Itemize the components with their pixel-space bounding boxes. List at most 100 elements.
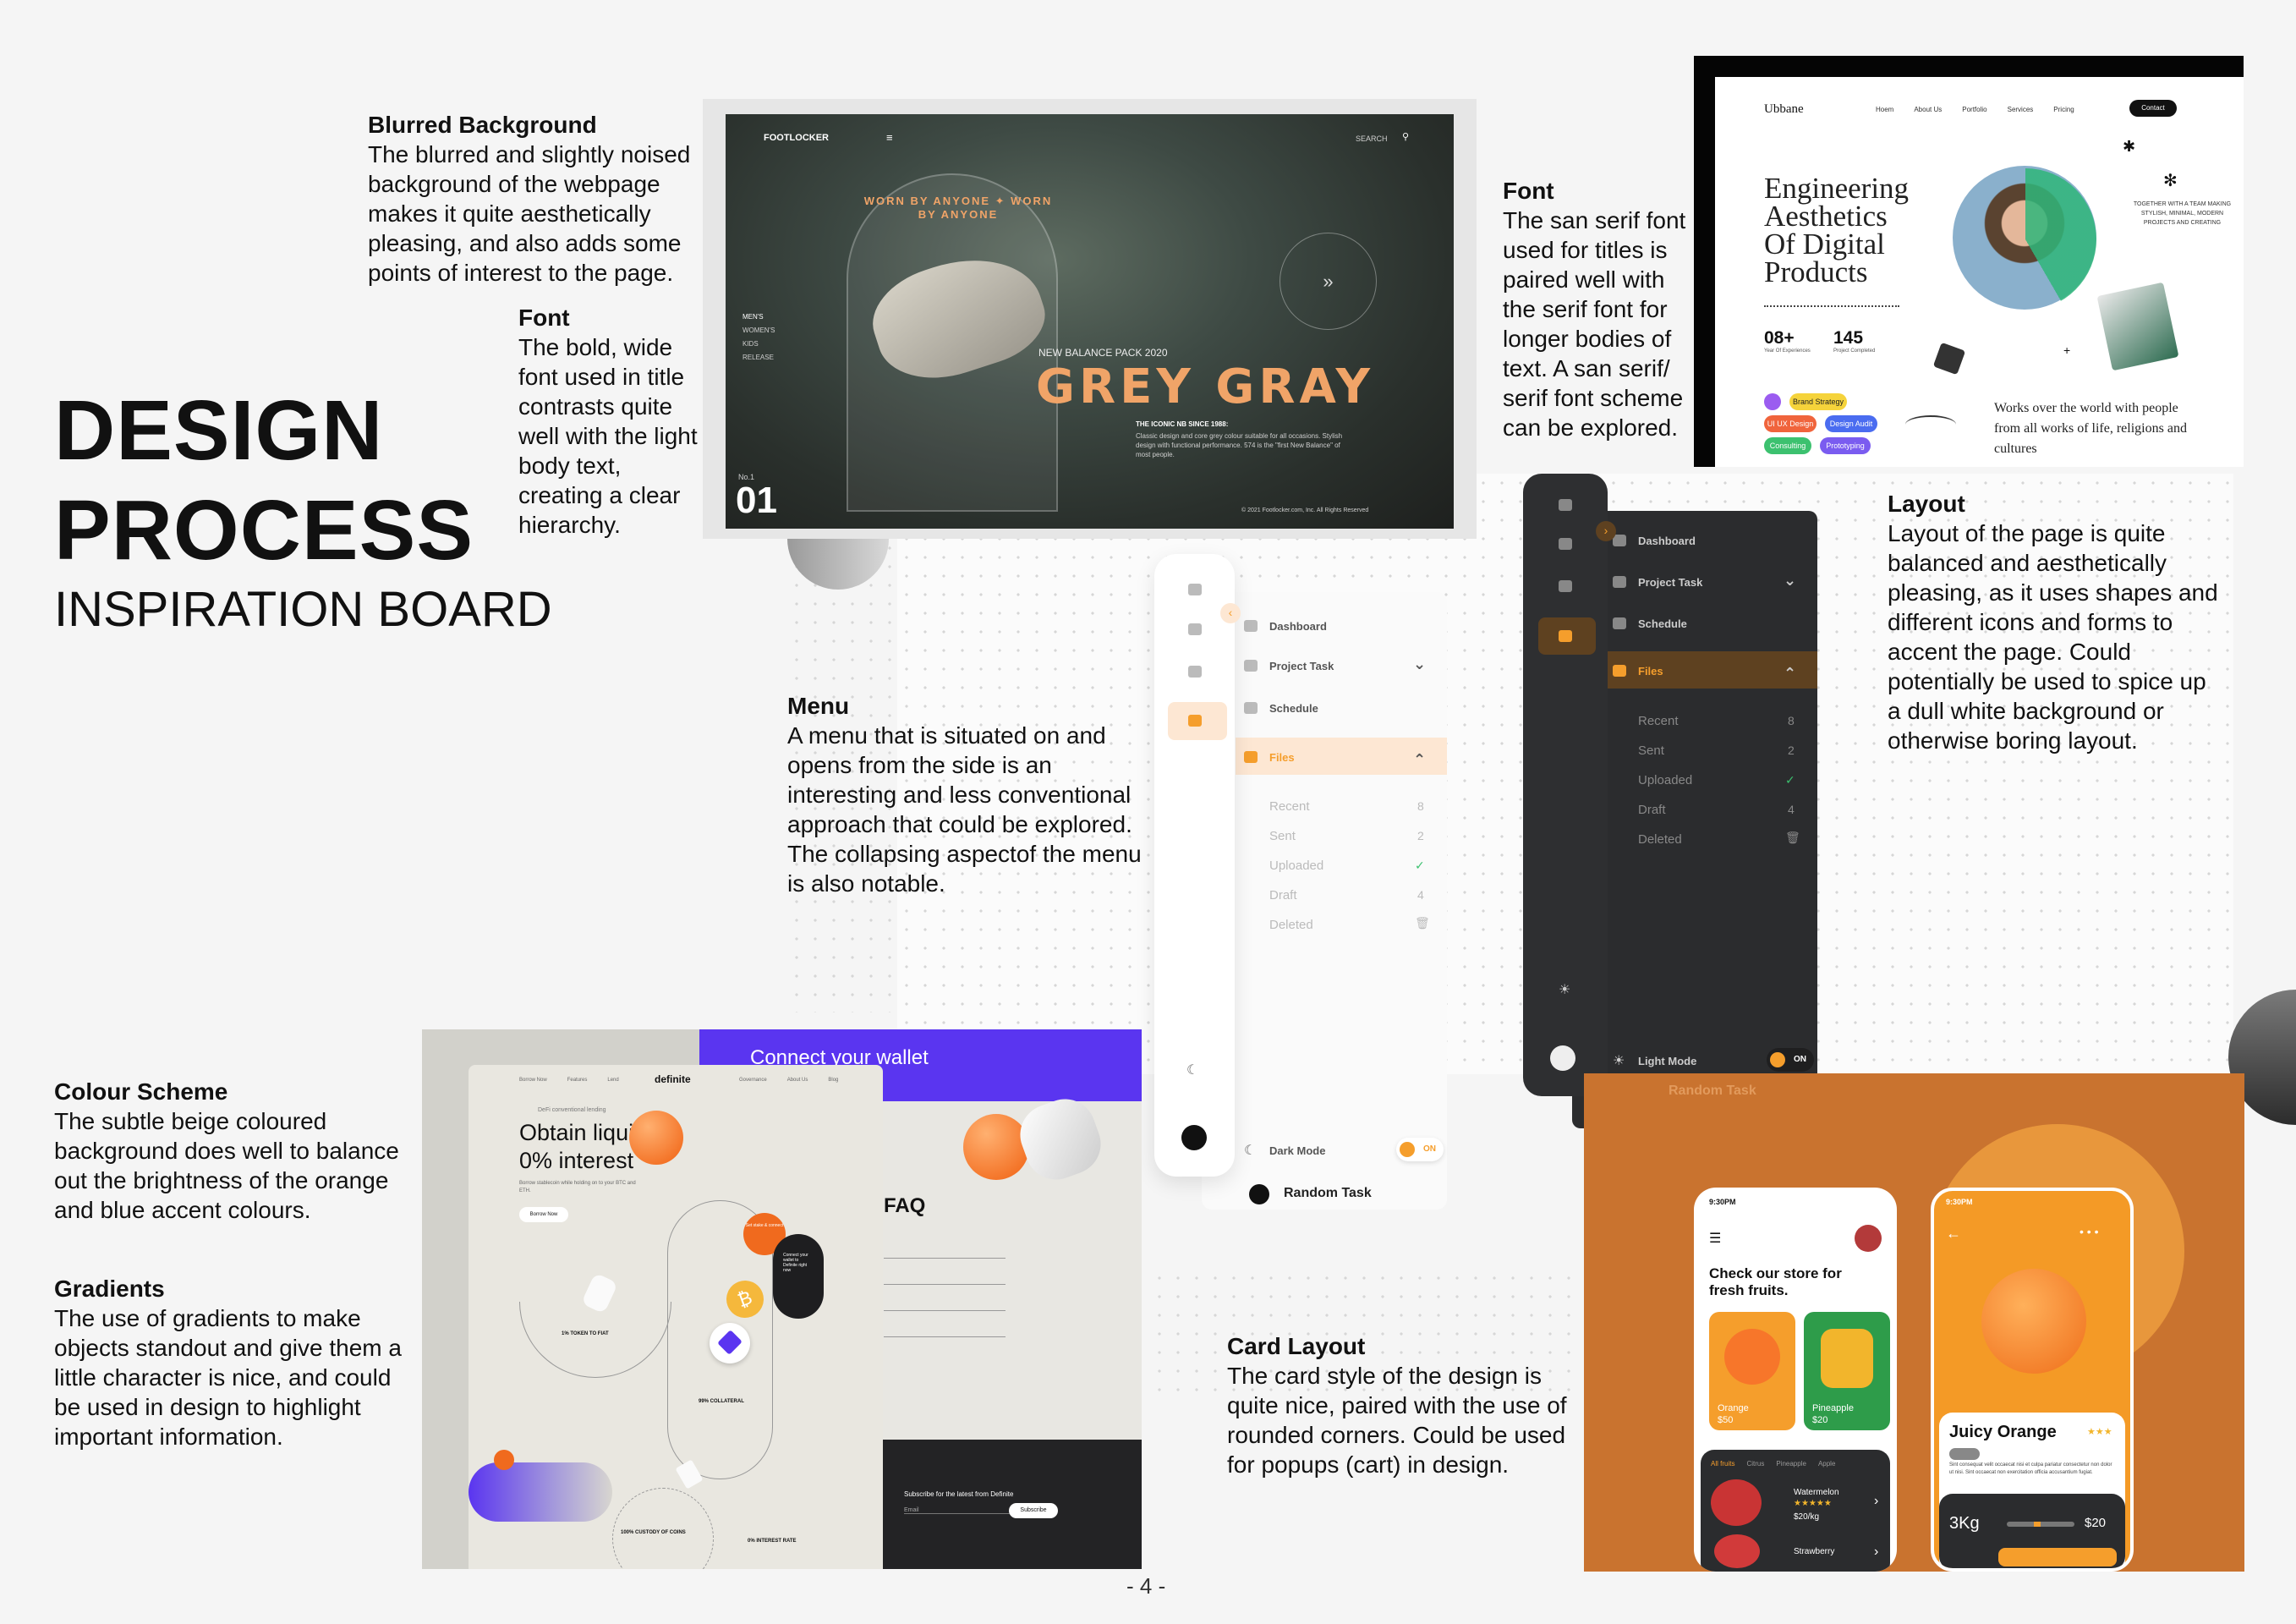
nav-item[interactable]: Pricing bbox=[2053, 106, 2074, 113]
sub-item-draft[interactable]: Draft bbox=[1269, 888, 1297, 903]
task-blob-icon bbox=[1249, 1184, 1269, 1204]
menu-item-files[interactable]: Files bbox=[1638, 665, 1663, 678]
nav-item[interactable]: Blog bbox=[828, 1078, 838, 1083]
sub-item-recent[interactable]: Recent bbox=[1638, 714, 1679, 728]
chevron-right-icon[interactable]: › bbox=[1874, 1544, 1878, 1560]
nav-item[interactable]: RELEASE bbox=[743, 351, 775, 365]
task-icon[interactable] bbox=[1188, 623, 1202, 635]
back-arrow-icon[interactable]: ← bbox=[1946, 1225, 1961, 1243]
folder-active-tab[interactable] bbox=[1538, 617, 1596, 655]
sub-item-deleted[interactable]: Deleted bbox=[1269, 918, 1313, 932]
menu-dark-rail: › ☀ bbox=[1523, 474, 1616, 1096]
number-big: 01 bbox=[736, 480, 777, 521]
borrow-button[interactable]: Borrow Now bbox=[519, 1207, 568, 1222]
nav-item[interactable]: Hoem bbox=[1876, 106, 1893, 113]
detail-rating: ★★★ bbox=[2087, 1427, 2112, 1437]
sub-item-count: 2 bbox=[1788, 743, 1795, 757]
quote-text: Works over the world with people from al… bbox=[1994, 401, 2187, 456]
row-name: Strawberry bbox=[1794, 1547, 1835, 1556]
folder-active-tab[interactable] bbox=[1168, 702, 1227, 740]
chevron-up-icon[interactable]: ⌃ bbox=[1784, 665, 1796, 683]
home-icon[interactable] bbox=[1188, 584, 1202, 595]
pill-tag[interactable]: Brand Strategy bbox=[1789, 393, 1847, 410]
menu-item-files[interactable]: Files bbox=[1269, 751, 1295, 764]
calendar-icon[interactable] bbox=[1188, 666, 1202, 678]
note-menu: Menu A menu that is situated on and open… bbox=[787, 691, 1143, 898]
nav-item[interactable]: KIDS bbox=[743, 337, 775, 351]
nav-item[interactable]: WOMEN'S bbox=[743, 324, 775, 337]
nav-item[interactable]: Services bbox=[2008, 106, 2034, 113]
sub-item-deleted[interactable]: Deleted bbox=[1638, 832, 1682, 847]
product-card-orange[interactable]: Orange $50 bbox=[1709, 1312, 1795, 1430]
nav-item[interactable]: Portfolio bbox=[1962, 106, 1986, 113]
card-name: Pineapple bbox=[1812, 1403, 1854, 1413]
quantity-slider[interactable] bbox=[2007, 1522, 2074, 1527]
collapse-button[interactable]: ‹ bbox=[1220, 603, 1241, 623]
sun-icon[interactable]: ☀ bbox=[1559, 981, 1570, 998]
nav-item[interactable]: Borrow Now bbox=[519, 1078, 547, 1083]
bubble-dark[interactable]: Connect your wallet to Definite right no… bbox=[773, 1234, 824, 1319]
moon-icon: ☾ bbox=[1244, 1144, 1257, 1158]
calendar-icon[interactable] bbox=[1559, 580, 1572, 592]
chevron-down-icon[interactable]: ⌄ bbox=[1413, 656, 1426, 673]
pill-tag[interactable]: Design Audit bbox=[1825, 415, 1877, 432]
mode-toggle[interactable]: ON bbox=[1396, 1138, 1444, 1161]
home-icon[interactable] bbox=[1559, 499, 1572, 511]
sub-item-recent[interactable]: Recent bbox=[1269, 799, 1310, 814]
pill-tag[interactable]: Prototyping bbox=[1820, 437, 1871, 454]
next-arrow-button[interactable]: » bbox=[1280, 233, 1377, 330]
subscribe-text: Subscribe for the latest from Definite bbox=[904, 1490, 1014, 1498]
search-icon[interactable]: ⚲ bbox=[1402, 131, 1409, 142]
email-field[interactable]: Email bbox=[904, 1507, 1022, 1514]
task-icon[interactable] bbox=[1559, 538, 1572, 550]
sub-item-draft[interactable]: Draft bbox=[1638, 803, 1666, 817]
chevron-up-icon[interactable]: ⌃ bbox=[1413, 751, 1426, 769]
sub-item-uploaded[interactable]: Uploaded bbox=[1269, 859, 1323, 873]
contact-button[interactable]: Contact bbox=[2129, 100, 2177, 117]
footlocker-search[interactable]: SEARCH bbox=[1356, 134, 1388, 143]
footlocker-brand: FOOTLOCKER bbox=[764, 133, 829, 143]
mode-toggle[interactable]: ON bbox=[1767, 1048, 1814, 1072]
product-card-pineapple[interactable]: Pineapple $20 bbox=[1804, 1312, 1890, 1430]
subscribe-button[interactable]: Subscribe bbox=[1009, 1503, 1058, 1518]
menu-item-project-task[interactable]: Project Task bbox=[1269, 660, 1334, 672]
menu-item-project-task[interactable]: Project Task bbox=[1638, 576, 1702, 589]
tab-all-fruits[interactable]: All fruits bbox=[1711, 1460, 1734, 1468]
chevron-down-icon[interactable]: ⌄ bbox=[1784, 572, 1796, 590]
folder-icon bbox=[1613, 665, 1626, 677]
nav-item[interactable]: About Us bbox=[1914, 106, 1942, 113]
nav-item[interactable]: Features bbox=[567, 1078, 588, 1083]
folder-icon bbox=[1244, 751, 1258, 763]
sub-item-count: 4 bbox=[1417, 888, 1424, 902]
more-dots-icon[interactable]: • • • bbox=[2080, 1225, 2098, 1238]
nav-item[interactable]: Governance bbox=[739, 1078, 767, 1083]
add-to-cart-button[interactable] bbox=[1998, 1548, 2117, 1566]
menu-item-dashboard[interactable]: Dashboard bbox=[1269, 620, 1327, 633]
flower-icon: ✻ bbox=[2163, 172, 2178, 190]
menu-dark-panel: Dashboard Project Task ⌄ Schedule Files … bbox=[1572, 511, 1817, 1128]
nav-item[interactable]: Lend bbox=[607, 1078, 618, 1083]
tab-apple[interactable]: Apple bbox=[1818, 1460, 1835, 1468]
avatar[interactable] bbox=[1855, 1225, 1882, 1252]
hamburger-icon[interactable]: ≡ bbox=[886, 131, 893, 144]
nav-item[interactable]: MEN'S bbox=[743, 310, 775, 324]
pill-tag[interactable]: UI UX Design bbox=[1764, 415, 1817, 432]
pill-tag[interactable]: Consulting bbox=[1764, 437, 1811, 454]
nav-item[interactable]: About Us bbox=[787, 1078, 808, 1083]
menu-icon[interactable]: ☰ bbox=[1709, 1230, 1721, 1247]
note-font-right: Font The san serif font used for titles … bbox=[1503, 176, 1693, 442]
moon-icon[interactable]: ☾ bbox=[1186, 1062, 1198, 1078]
cart-price: $20 bbox=[2085, 1516, 2107, 1530]
menu-item-dashboard[interactable]: Dashboard bbox=[1638, 535, 1696, 547]
sub-item-uploaded[interactable]: Uploaded bbox=[1638, 773, 1692, 787]
tab-citrus[interactable]: Citrus bbox=[1746, 1460, 1764, 1468]
menu-item-schedule[interactable]: Schedule bbox=[1638, 617, 1687, 630]
random-task-label[interactable]: Random Task bbox=[1284, 1186, 1372, 1201]
tab-pineapple[interactable]: Pineapple bbox=[1776, 1460, 1806, 1468]
sub-item-sent[interactable]: Sent bbox=[1269, 829, 1296, 843]
chevron-right-icon[interactable]: › bbox=[1874, 1494, 1878, 1509]
note-body: The use of gradients to make objects sta… bbox=[54, 1305, 402, 1450]
menu-item-schedule[interactable]: Schedule bbox=[1269, 702, 1318, 715]
collapse-button[interactable]: › bbox=[1596, 521, 1616, 541]
sub-item-sent[interactable]: Sent bbox=[1638, 743, 1664, 758]
